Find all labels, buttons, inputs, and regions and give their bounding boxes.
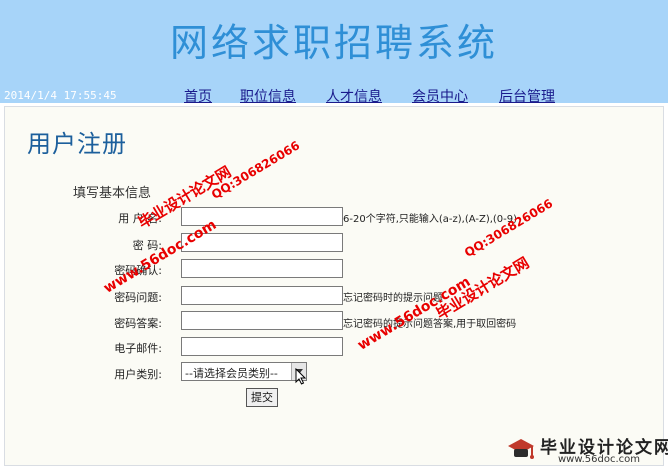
header-bar: 网络求职招聘系统 2014/1/4 17:55:45 首页 职位信息 人才信息 …	[0, 0, 668, 106]
nav-jobs[interactable]: 职位信息	[240, 86, 296, 106]
security-answer-hint: 忘记密码的提示问题答案,用于取回密码	[343, 319, 517, 330]
member-type-label: 用户类别:	[114, 368, 162, 381]
member-type-select[interactable]: --请选择会员类别--	[181, 362, 307, 381]
email-field[interactable]	[181, 337, 343, 356]
logo-url: www.56doc.com	[558, 454, 641, 465]
graduation-cap-icon	[508, 439, 534, 459]
security-answer-field[interactable]	[181, 311, 343, 330]
nav-admin[interactable]: 后台管理	[499, 86, 555, 106]
member-type-selected: --请选择会员类别--	[185, 367, 278, 380]
password-label: 密 码:	[132, 239, 162, 252]
email-label: 电子邮件:	[114, 342, 162, 355]
nav-talent[interactable]: 人才信息	[326, 86, 382, 106]
datetime-display: 2014/1/4 17:55:45	[4, 89, 117, 102]
security-question-field[interactable]	[181, 286, 343, 305]
mouse-cursor-icon	[295, 368, 307, 385]
section-heading: 填写基本信息	[73, 186, 152, 201]
site-title: 网络求职招聘系统	[169, 21, 498, 65]
password-confirm-field[interactable]	[181, 259, 343, 278]
site-logo: 毕业设计论文网 www.56doc.com	[492, 432, 668, 466]
submit-button[interactable]: 提交	[246, 388, 278, 407]
nav-home[interactable]: 首页	[184, 86, 212, 106]
page-title: 用户注册	[27, 130, 127, 158]
nav-member-center[interactable]: 会员中心	[412, 86, 468, 106]
security-answer-label: 密码答案:	[114, 317, 162, 330]
username-hint: 6-20个字符,只能输入(a-z),(A-Z),(0-9)	[343, 214, 518, 225]
